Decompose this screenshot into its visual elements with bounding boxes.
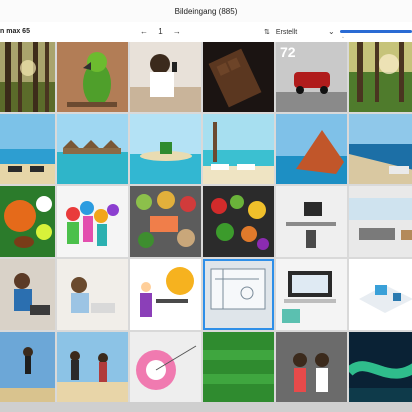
balls-image <box>0 186 55 257</box>
thumbnail-parrot[interactable] <box>57 42 128 112</box>
thumbnail-overlay-number: 72 <box>280 44 296 60</box>
thumbnail-fitness-women[interactable] <box>276 332 347 410</box>
thumbnail-beach-loungers[interactable] <box>203 114 274 184</box>
sort-label[interactable]: Erstellt <box>276 29 297 36</box>
thumbnail-coastal-town[interactable] <box>349 114 412 184</box>
thumbnail-forest-path[interactable] <box>349 42 412 112</box>
bungalows-image <box>57 114 128 184</box>
thumbnail-chocolate[interactable] <box>203 42 274 112</box>
coast-image <box>349 114 412 184</box>
forest-image <box>0 42 55 112</box>
forest-path-image <box>349 42 412 112</box>
field-image <box>203 332 274 410</box>
runners-image <box>57 186 128 257</box>
woman-phone-image <box>130 42 201 112</box>
thumbnail-illustration-desk[interactable] <box>130 259 201 330</box>
laptop-image <box>276 259 347 330</box>
isometric-image <box>349 259 412 330</box>
thumbnail-family-laptop[interactable] <box>0 259 55 330</box>
fitness-image <box>276 332 347 410</box>
island-image <box>130 114 201 184</box>
thumbnail-green-field[interactable] <box>203 332 274 410</box>
family-image <box>0 259 55 330</box>
thumbnail-woman-phone[interactable] <box>130 42 201 112</box>
thumbnail-tropical-island[interactable] <box>130 114 201 184</box>
thumbnail-forest-sunlight[interactable] <box>0 42 55 112</box>
thumbnail-water-bungalows[interactable] <box>57 114 128 184</box>
thumbnail-vegetables[interactable] <box>203 186 274 257</box>
thumbnail-laptop-hand[interactable] <box>276 259 347 330</box>
title-bar: Bildeingang (885) <box>0 0 412 23</box>
thumbnail-office-desk[interactable] <box>276 186 347 257</box>
beach-image <box>0 114 55 184</box>
thumbnail-isometric-office[interactable] <box>349 259 412 330</box>
woman-laptop-image <box>57 259 128 330</box>
image-grid: 72 <box>0 42 412 410</box>
chevron-down-icon[interactable]: ⌄ <box>328 27 335 36</box>
living-room-image <box>349 186 412 257</box>
thumbnail-target-diagram[interactable] <box>130 332 201 410</box>
thumbnail-woman-laptop[interactable] <box>57 259 128 330</box>
thumbnail-sports-balls[interactable] <box>0 186 55 257</box>
vegetables-image <box>203 186 274 257</box>
filter-label[interactable]: n max 65 <box>0 28 30 35</box>
thumbnail-blueprints-selected[interactable] <box>203 259 274 330</box>
thumbnail-healthy-food[interactable] <box>130 186 201 257</box>
rocks-image <box>276 114 347 184</box>
window-title: Bildeingang (885) <box>174 7 238 16</box>
athlete-image <box>0 332 55 410</box>
prev-page-icon[interactable]: ← <box>140 27 148 36</box>
target-image <box>130 332 201 410</box>
toolbar: n max 65 ← 1 → ⇅ Erstellt ⌄ ◦ <box>0 22 412 42</box>
thumbnail-beach-players[interactable] <box>57 332 128 410</box>
loungers-image <box>203 114 274 184</box>
sort-icon[interactable]: ⇅ <box>264 29 270 36</box>
thumbnail-living-room[interactable] <box>349 186 412 257</box>
aurora-image <box>349 332 412 410</box>
thumbnail-beach-chairs[interactable] <box>0 114 55 184</box>
thumbnail-red-car[interactable]: 72 <box>276 42 347 112</box>
thumbnail-red-rocks-coast[interactable] <box>276 114 347 184</box>
food-image <box>130 186 201 257</box>
blueprint-image <box>203 259 274 330</box>
pager: ← 1 → <box>136 27 185 36</box>
slider-knob[interactable]: ◦ <box>342 35 346 41</box>
page-number: 1 <box>158 27 163 36</box>
sort-control[interactable]: ⇅ Erstellt <box>264 28 301 36</box>
illustration-image <box>130 259 201 330</box>
thumbnail-aurora[interactable] <box>349 332 412 410</box>
next-page-icon[interactable]: → <box>173 27 181 36</box>
thumbnail-colorful-runners[interactable] <box>57 186 128 257</box>
zoom-slider[interactable] <box>340 30 412 33</box>
bottom-bar <box>0 402 412 412</box>
thumbnail-jumping-athlete[interactable] <box>0 332 55 410</box>
beach-players-image <box>57 332 128 410</box>
chocolate-image <box>203 42 274 112</box>
parrot-image <box>57 42 128 112</box>
office-desk-image <box>276 186 347 257</box>
